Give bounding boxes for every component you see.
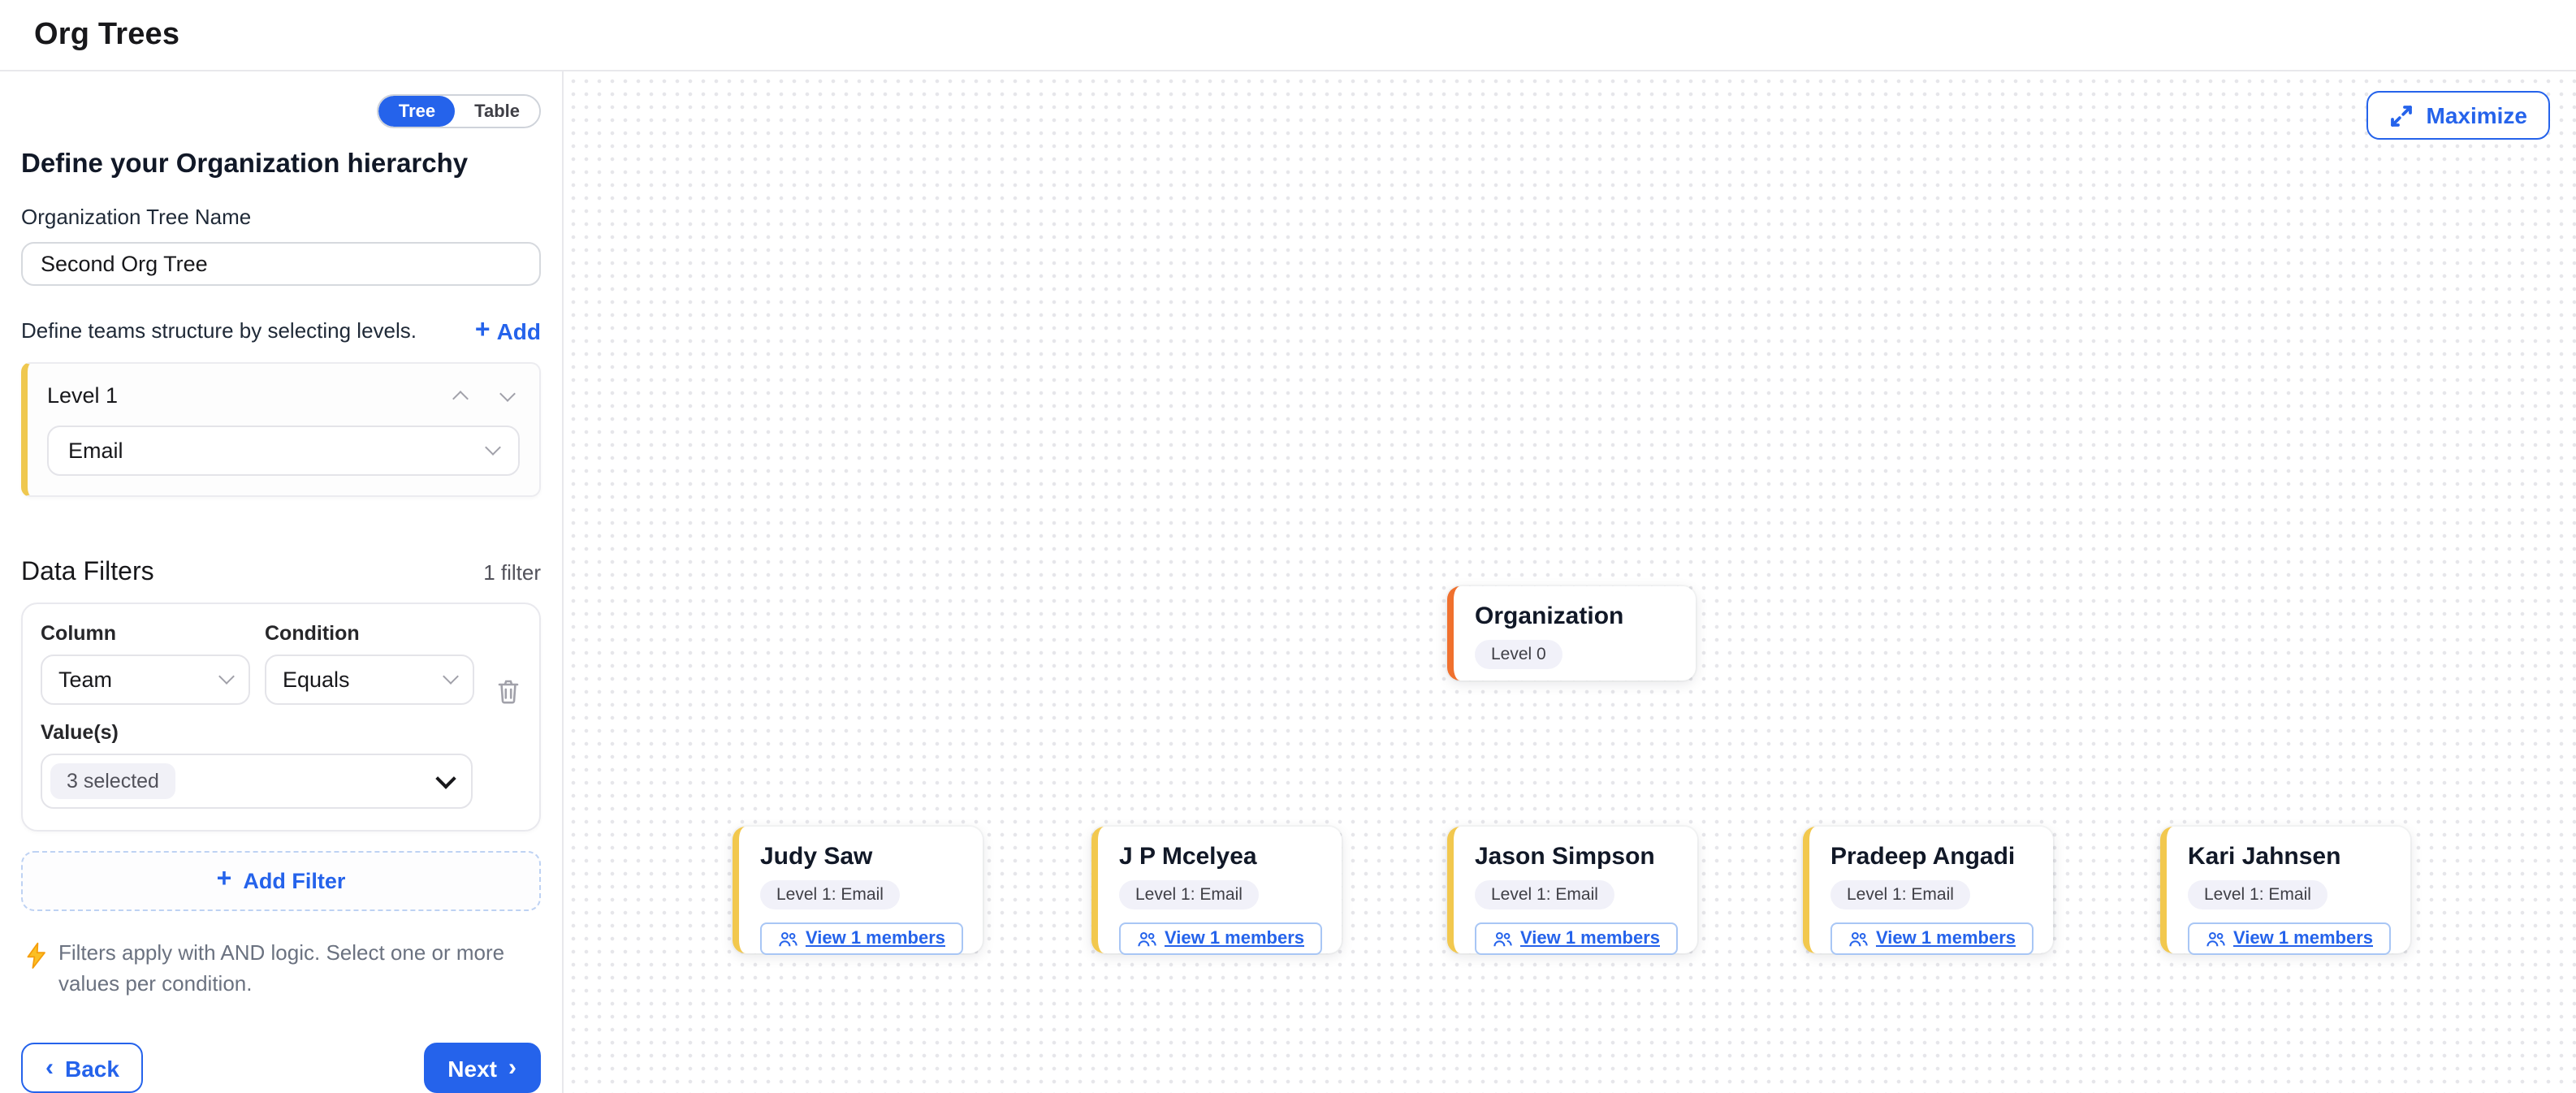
sidebar-heading: Define your Organization hierarchy xyxy=(21,149,541,180)
node-title: Judy Saw xyxy=(760,843,963,871)
filter-row-card: Column Team Condition Equals xyxy=(21,603,541,832)
chevron-down-icon xyxy=(499,386,516,402)
org-node-child[interactable]: Jason Simpson Level 1: Email View 1 memb… xyxy=(1447,827,1697,953)
level-column-select[interactable]: Email xyxy=(47,426,520,476)
plus-icon: + xyxy=(217,868,232,894)
filter-count-badge: 1 filter xyxy=(483,560,541,585)
page-title: Org Trees xyxy=(34,17,179,53)
page-header: Org Trees xyxy=(0,0,2576,71)
delete-filter-button[interactable] xyxy=(495,677,521,705)
node-title: Kari Jahnsen xyxy=(2188,843,2391,871)
view-members-button[interactable]: View 1 members xyxy=(2188,922,2391,955)
org-node-child[interactable]: Judy Saw Level 1: Email View 1 members xyxy=(733,827,983,953)
plus-icon: + xyxy=(475,318,491,344)
selected-values-chip: 3 selected xyxy=(50,763,175,799)
column-label: Column xyxy=(41,622,250,645)
maximize-button[interactable]: Maximize xyxy=(2366,91,2551,140)
move-level-down-button[interactable] xyxy=(502,388,513,404)
tree-connectors xyxy=(564,71,1051,315)
move-level-up-button[interactable] xyxy=(455,388,466,404)
view-members-button[interactable]: View 1 members xyxy=(1475,922,1678,955)
node-level-badge: Level 1: Email xyxy=(2188,880,2327,909)
add-level-button[interactable]: + Add xyxy=(475,318,541,344)
chevron-down-icon xyxy=(435,768,456,788)
chevron-down-icon xyxy=(485,440,501,456)
org-tree-canvas[interactable]: Maximize Organization Level 0 Judy Saw L… xyxy=(564,71,2576,1093)
maximize-icon xyxy=(2389,103,2414,127)
org-trees-app: Org Trees Tree Table Define your Organiz… xyxy=(0,0,2576,1093)
filters-note-text: Filters apply with AND logic. Select one… xyxy=(58,939,536,999)
level-card: Level 1 Email xyxy=(21,362,541,497)
members-icon xyxy=(1137,930,1156,948)
back-button[interactable]: ‹ Back xyxy=(21,1043,144,1093)
members-icon xyxy=(778,930,797,948)
condition-label: Condition xyxy=(265,622,474,645)
org-node-child[interactable]: Kari Jahnsen Level 1: Email View 1 membe… xyxy=(2160,827,2410,953)
view-mode-toggle: Tree Table xyxy=(378,94,541,128)
add-filter-button[interactable]: + Add Filter xyxy=(21,851,541,911)
org-node-child[interactable]: Pradeep Angadi Level 1: Email View 1 mem… xyxy=(1803,827,2053,953)
members-icon xyxy=(1493,930,1512,948)
chevron-up-icon xyxy=(452,391,469,407)
members-icon xyxy=(2206,930,2225,948)
org-node-child[interactable]: J P Mcelyea Level 1: Email View 1 member… xyxy=(1091,827,1342,953)
next-button[interactable]: Next › xyxy=(423,1043,541,1093)
level-name: Level 1 xyxy=(47,384,118,408)
chevron-down-icon xyxy=(218,669,235,685)
view-members-button[interactable]: View 1 members xyxy=(1119,922,1322,955)
chevron-down-icon xyxy=(443,669,459,685)
org-node-root[interactable]: Organization Level 0 xyxy=(1447,586,1696,680)
tree-name-label: Organization Tree Name xyxy=(21,205,541,229)
node-level-badge: Level 1: Email xyxy=(1119,880,1259,909)
node-title: Jason Simpson xyxy=(1475,843,1678,871)
config-sidebar: Tree Table Define your Organization hier… xyxy=(0,71,564,1093)
toggle-table[interactable]: Table xyxy=(455,96,539,127)
members-icon xyxy=(1848,930,1868,948)
node-title: Pradeep Angadi xyxy=(1830,843,2034,871)
data-filters-heading: Data Filters xyxy=(21,559,154,588)
node-level-badge: Level 1: Email xyxy=(760,880,900,909)
chevron-right-icon: › xyxy=(508,1055,516,1079)
node-title: Organization xyxy=(1475,603,1676,630)
node-title: J P Mcelyea xyxy=(1119,843,1322,871)
lightning-icon xyxy=(26,942,47,970)
levels-instruction: Define teams structure by selecting leve… xyxy=(21,319,417,343)
filter-column-select[interactable]: Team xyxy=(41,655,250,705)
filter-values-select[interactable]: 3 selected xyxy=(41,754,473,809)
node-level-badge: Level 0 xyxy=(1475,640,1562,669)
view-members-button[interactable]: View 1 members xyxy=(760,922,963,955)
values-label: Value(s) xyxy=(41,721,521,744)
toggle-tree[interactable]: Tree xyxy=(379,96,455,127)
trash-icon xyxy=(495,677,521,705)
view-members-button[interactable]: View 1 members xyxy=(1830,922,2034,955)
filters-note: Filters apply with AND logic. Select one… xyxy=(21,939,541,999)
filter-condition-select[interactable]: Equals xyxy=(265,655,474,705)
tree-name-input[interactable]: Second Org Tree xyxy=(21,242,541,286)
chevron-left-icon: ‹ xyxy=(45,1055,54,1079)
node-level-badge: Level 1: Email xyxy=(1830,880,1970,909)
node-level-badge: Level 1: Email xyxy=(1475,880,1614,909)
